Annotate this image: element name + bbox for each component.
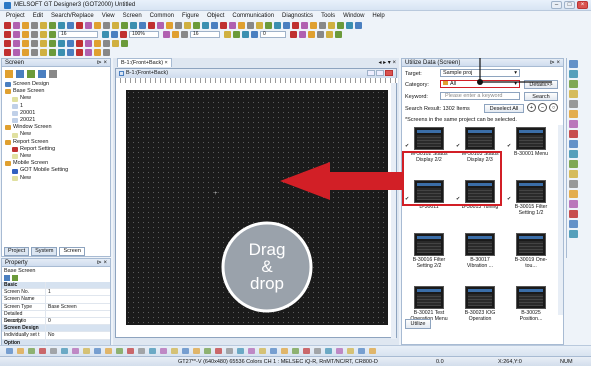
callout-line-1: Drag (248, 240, 286, 259)
bottom-toolbar-icon[interactable] (94, 348, 101, 354)
status-bar: GT27**-V (640x480) 65536 Colors CH 1 : M… (0, 356, 591, 366)
bottom-toolbar-icon[interactable] (6, 348, 13, 354)
bottom-toolbar (0, 345, 591, 356)
bottom-toolbar-icon[interactable] (259, 348, 266, 354)
callout-line-3: drop (249, 274, 285, 293)
status-coords: X:264,Y:0 (498, 359, 522, 365)
bottom-toolbar-icon[interactable] (39, 348, 46, 354)
bottom-toolbar-icon[interactable] (160, 348, 167, 354)
drag-arrow (280, 162, 404, 200)
callout-line (479, 58, 552, 83)
drag-drop-text: Drag & drop (223, 241, 311, 292)
bottom-toolbar-icon[interactable] (226, 348, 233, 354)
bottom-toolbar-icon[interactable] (292, 348, 299, 354)
bottom-toolbar-icon[interactable] (105, 348, 112, 354)
bottom-toolbar-icon[interactable] (127, 348, 134, 354)
bottom-toolbar-icon[interactable] (138, 348, 145, 354)
bottom-toolbar-icon[interactable] (248, 348, 255, 354)
bottom-toolbar-icon[interactable] (182, 348, 189, 354)
status-text: GT27**-V (640x480) 65536 Colors CH 1 : M… (178, 359, 378, 365)
bottom-toolbar-icon[interactable] (325, 348, 332, 354)
bottom-toolbar-icon[interactable] (28, 348, 35, 354)
status-value: 0.0 (436, 359, 444, 365)
bottom-toolbar-icon[interactable] (50, 348, 57, 354)
bottom-toolbar-icon[interactable] (358, 348, 365, 354)
bottom-toolbar-icon[interactable] (72, 348, 79, 354)
bottom-toolbar-icon[interactable] (204, 348, 211, 354)
bottom-toolbar-icon[interactable] (61, 348, 68, 354)
bottom-toolbar-icon[interactable] (17, 348, 24, 354)
callout-dot (477, 79, 483, 85)
bottom-toolbar-icon[interactable] (171, 348, 178, 354)
bottom-toolbar-icon[interactable] (336, 348, 343, 354)
bottom-toolbar-icon[interactable] (83, 348, 90, 354)
bottom-toolbar-icon[interactable] (270, 348, 277, 354)
bottom-toolbar-icon[interactable] (347, 348, 354, 354)
bottom-toolbar-icon[interactable] (281, 348, 288, 354)
bottom-toolbar-icon[interactable] (314, 348, 321, 354)
bottom-toolbar-icon[interactable] (116, 348, 123, 354)
bottom-toolbar-icon[interactable] (193, 348, 200, 354)
bottom-toolbar-icon[interactable] (303, 348, 310, 354)
bottom-toolbar-icon[interactable] (215, 348, 222, 354)
bottom-toolbar-icon[interactable] (149, 348, 156, 354)
bottom-toolbar-icon[interactable] (237, 348, 244, 354)
callout-line-2: & (261, 257, 273, 276)
status-mode: NUM (560, 359, 573, 365)
bottom-toolbar-icon[interactable] (369, 348, 376, 354)
overlay-annotations (221, 58, 552, 313)
